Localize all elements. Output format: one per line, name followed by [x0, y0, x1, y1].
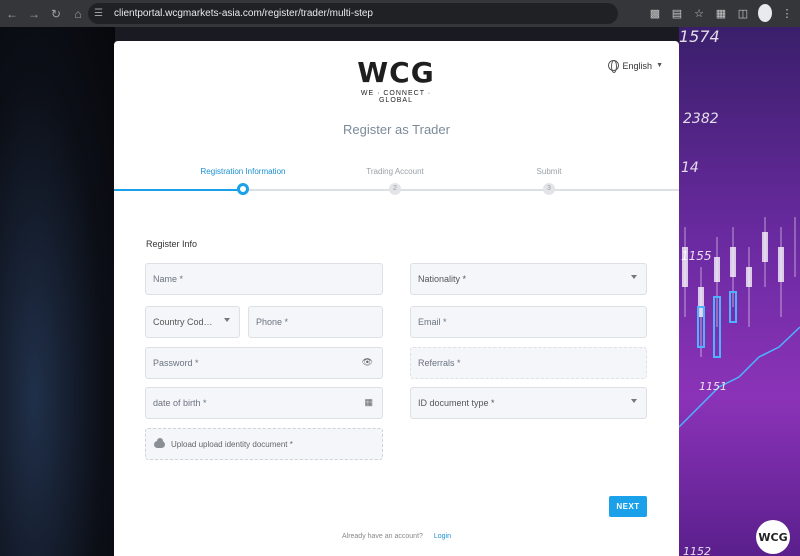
bookmark-star-icon[interactable]: ☆	[692, 4, 706, 22]
password-field[interactable]: 👁	[145, 347, 383, 379]
background-number: 1152	[683, 545, 711, 556]
url-text: clientportal.wcgmarkets-asia.com/registe…	[114, 8, 373, 19]
logo-tagline: WE · CONNECT · GLOBAL	[360, 90, 432, 104]
step-number: 3	[543, 183, 555, 195]
step-registration-information: Registration Information	[200, 167, 286, 195]
language-selector[interactable]: English ▼	[607, 60, 663, 73]
home-icon[interactable]: ⌂	[68, 4, 88, 24]
nationality-placeholder: Nationality *	[418, 274, 467, 284]
reload-icon[interactable]: ↻	[46, 4, 66, 24]
badge-text: WCG	[758, 530, 788, 544]
password-input[interactable]	[153, 358, 382, 368]
nationality-select[interactable]: Nationality *	[410, 263, 647, 295]
page-title: Register as Trader	[343, 122, 450, 137]
step-submit: Submit 3	[519, 167, 579, 195]
email-input[interactable]	[418, 317, 646, 327]
language-label: English	[622, 60, 653, 71]
cast-icon[interactable]: ▩	[648, 4, 662, 22]
wcg-badge-logo[interactable]: WCG	[756, 520, 790, 554]
sidebar-icon[interactable]: ◫	[736, 4, 750, 22]
chevron-down-icon: ▼	[656, 62, 663, 69]
name-field[interactable]	[145, 263, 383, 295]
name-input[interactable]	[153, 274, 382, 284]
extensions-icon[interactable]: ▦	[714, 4, 728, 22]
calendar-icon[interactable]: ▦	[364, 397, 373, 408]
forward-icon[interactable]: →	[24, 4, 44, 24]
background-candles	[679, 217, 800, 428]
referrals-field[interactable]	[410, 347, 647, 379]
background-left	[0, 27, 115, 556]
background-number: 2382	[683, 111, 719, 127]
upload-identity-document[interactable]: Upload upload identity document *	[145, 428, 383, 460]
email-field[interactable]	[410, 306, 647, 338]
logo-mark: WCG	[349, 58, 443, 88]
id-document-type-placeholder: ID document type *	[418, 398, 495, 408]
profile-icon[interactable]	[758, 4, 772, 22]
dropdown-arrow-icon	[631, 399, 637, 403]
step-trading-account: Trading Account 2	[355, 167, 435, 195]
login-prompt-text: Already have an account?	[341, 533, 423, 540]
background-number: 1155	[681, 249, 712, 263]
globe-icon	[607, 60, 619, 73]
step-label: Registration Information	[200, 167, 286, 176]
step-label: Trading Account	[366, 167, 424, 176]
background-right: 1574 2382 14 1155 1151 1152	[679, 27, 800, 556]
country-code-select[interactable]: Country Cod…	[145, 306, 240, 338]
visibility-off-icon[interactable]: 👁	[362, 357, 373, 368]
step-number: 2	[389, 183, 401, 195]
phone-field[interactable]	[248, 306, 383, 338]
referrals-input[interactable]	[418, 358, 646, 368]
background-number: 1574	[679, 27, 720, 46]
logo-text: WCG	[357, 56, 435, 89]
browser-toolbar: ← → ↻ ⌂ ☰ clientportal.wcgmarkets-asia.c…	[0, 0, 800, 27]
background-number: 14	[681, 160, 699, 176]
upload-label: Upload upload identity document *	[171, 439, 293, 449]
cloud-upload-icon	[154, 437, 165, 448]
date-of-birth-field[interactable]: ▦	[145, 387, 383, 419]
phone-input[interactable]	[256, 317, 382, 327]
wcg-logo[interactable]: WCG WE · CONNECT · GLOBAL	[349, 58, 443, 105]
section-title: Register Info	[146, 239, 198, 249]
login-prompt: Already have an account? Login	[114, 533, 679, 540]
country-code-placeholder: Country Cod…	[153, 317, 213, 327]
translate-icon[interactable]: ▤	[670, 4, 684, 22]
dropdown-arrow-icon	[224, 318, 230, 322]
next-button[interactable]: NEXT	[609, 496, 647, 517]
step-indicator-active	[237, 183, 249, 195]
site-info-icon[interactable]: ☰	[94, 8, 110, 19]
dropdown-arrow-icon	[631, 275, 637, 279]
step-label: Submit	[536, 167, 562, 176]
register-card: WCG WE · CONNECT · GLOBAL English ▼ Regi…	[114, 41, 679, 556]
menu-icon[interactable]: ⋮	[780, 4, 794, 22]
address-bar[interactable]: ☰ clientportal.wcgmarkets-asia.com/regis…	[88, 3, 618, 24]
background-number: 1151	[699, 380, 727, 393]
id-document-type-select[interactable]: ID document type *	[410, 387, 647, 419]
date-of-birth-input[interactable]	[153, 398, 382, 408]
back-icon[interactable]: ←	[2, 4, 22, 24]
login-link[interactable]: Login	[434, 533, 451, 540]
